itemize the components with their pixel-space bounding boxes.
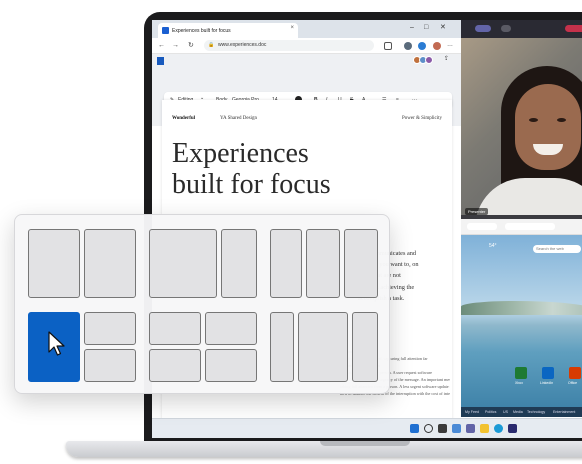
linkedin-tile-icon[interactable] [542, 367, 554, 379]
snap-zone[interactable] [306, 229, 340, 298]
video-call-window[interactable]: Presenter [461, 20, 582, 219]
snap-zone[interactable] [270, 229, 302, 298]
lock-icon: 🔒 [208, 42, 215, 48]
lake-background-image: 54° Search the web Xbox LinkedIn Office [461, 235, 582, 415]
header-subtitle: YA Shared Design [220, 116, 257, 121]
minimize-button[interactable]: – [410, 24, 414, 32]
feed-browser-chrome [461, 219, 582, 235]
address-bar-row: ← → ↻ 🔒 www.experiences.doc … [152, 38, 461, 54]
collections-icon[interactable] [404, 42, 412, 50]
laptop-hinge-notch [320, 441, 410, 446]
maximize-button[interactable]: □ [424, 24, 428, 32]
news-browser-window[interactable]: 54° Search the web Xbox LinkedIn Office … [461, 219, 582, 418]
search-icon[interactable] [424, 424, 433, 433]
sync-icon[interactable] [418, 42, 426, 50]
eye [557, 118, 566, 122]
hang-up-button[interactable] [565, 25, 582, 32]
windows-taskbar [152, 418, 582, 438]
participant-name-tag: Presenter [465, 208, 489, 215]
url-input[interactable]: 🔒 www.experiences.doc [204, 40, 374, 51]
snap-zone[interactable] [344, 229, 378, 298]
snap-layouts-flyout [14, 214, 390, 394]
edge-icon[interactable] [494, 424, 503, 433]
weather-temperature: 54° [489, 243, 497, 249]
snap-zone[interactable] [221, 229, 257, 298]
snap-zone[interactable] [149, 312, 201, 345]
snap-zone[interactable] [28, 229, 80, 298]
word-logo-icon [157, 57, 164, 65]
feed-search-input[interactable]: Search the web [533, 245, 581, 253]
snap-zone[interactable] [149, 349, 201, 382]
widgets-icon[interactable] [452, 424, 461, 433]
feed-nav-item[interactable]: Media [513, 410, 523, 414]
headline-line: built for focus [172, 169, 331, 200]
snap-zone[interactable] [270, 312, 294, 382]
video-feed [461, 38, 582, 219]
file-explorer-icon[interactable] [480, 424, 489, 433]
call-control-icon[interactable] [501, 25, 511, 32]
close-window-button[interactable]: ✕ [440, 24, 446, 32]
product-illustration: Experiences built for focus × – □ ✕ ← → … [0, 0, 582, 464]
feed-nav-item[interactable]: Entertainment [553, 410, 575, 414]
task-view-icon[interactable] [438, 424, 447, 433]
header-tagline: Power & Simplicity [402, 116, 442, 121]
video-call-toolbar [461, 20, 582, 38]
tab-close-icon[interactable]: × [290, 25, 294, 31]
snap-zone[interactable] [84, 312, 136, 345]
person-shirt [475, 178, 582, 219]
collaborator-avatar [425, 56, 433, 64]
snap-zone[interactable] [149, 229, 217, 298]
feed-tab[interactable] [467, 223, 497, 230]
brand-logo: Wonderful [172, 116, 196, 121]
snap-zone[interactable] [205, 312, 257, 345]
tab-bar: Experiences built for focus × – □ ✕ [152, 20, 461, 38]
extensions-icon[interactable] [384, 42, 392, 50]
feed-nav-item[interactable]: Politics [485, 410, 496, 414]
smile [533, 144, 563, 155]
feed-nav-item[interactable]: Technology [527, 410, 545, 414]
snap-zone[interactable] [84, 229, 136, 298]
browser-tab[interactable]: Experiences built for focus × [158, 23, 298, 38]
snap-zone[interactable] [298, 312, 348, 382]
chat-icon[interactable] [466, 424, 475, 433]
store-icon[interactable] [508, 424, 517, 433]
refresh-button[interactable]: ↻ [188, 41, 194, 50]
tab-title: Experiences built for focus [172, 27, 231, 34]
snap-zone[interactable] [352, 312, 378, 382]
word-favicon-icon [162, 27, 169, 34]
eye [529, 118, 538, 122]
mouse-pointer-icon [48, 331, 65, 356]
start-icon[interactable] [410, 424, 419, 433]
forward-button[interactable]: → [172, 41, 179, 50]
office-tile-icon[interactable] [569, 367, 581, 379]
feed-nav-item[interactable]: My Feed [465, 410, 479, 414]
tile-label: LinkedIn [540, 381, 554, 385]
back-button[interactable]: ← [158, 41, 165, 50]
collaborator-avatars[interactable] [413, 56, 433, 64]
feed-nav-bar: My Feed Politics US Media Technology Ent… [461, 407, 582, 417]
document-headline: Experiences built for focus [172, 138, 402, 200]
url-text: www.experiences.doc [218, 42, 267, 48]
feed-url-input[interactable] [505, 223, 555, 230]
teams-pill-icon[interactable] [475, 25, 491, 32]
share-icon[interactable]: ⇪ [444, 55, 449, 62]
tile-label: Office [568, 381, 578, 385]
headline-line: Experiences [172, 138, 309, 169]
snap-zone-selected[interactable] [28, 312, 80, 382]
snap-zone[interactable] [205, 349, 257, 382]
xbox-tile-icon[interactable] [515, 367, 527, 379]
feed-nav-item[interactable]: US [503, 410, 508, 414]
snap-zone[interactable] [84, 349, 136, 382]
tile-label: Xbox [515, 381, 523, 385]
person-face [515, 84, 581, 170]
island-shape [461, 301, 582, 315]
more-menu-icon[interactable]: … [447, 42, 455, 50]
profile-avatar[interactable] [433, 42, 441, 50]
